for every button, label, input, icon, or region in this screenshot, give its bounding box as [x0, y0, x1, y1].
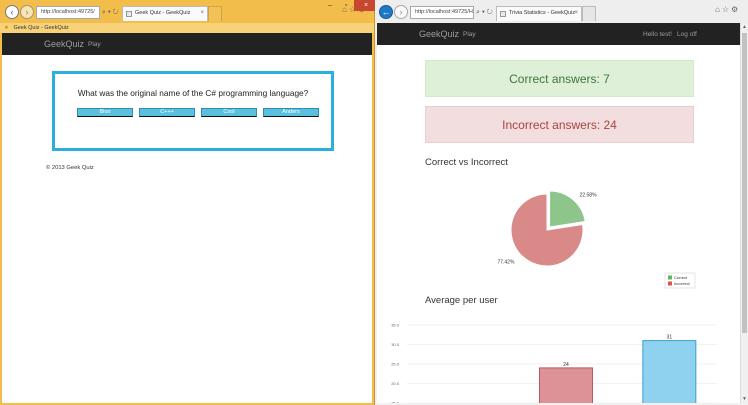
favicon-icon [126, 11, 132, 17]
bar-y-tick-label: 25.0 [391, 362, 400, 367]
favorites-bar: ★ Geek Quiz - GeekQuiz [0, 23, 374, 33]
bar-chart-heading: Average per user [425, 295, 498, 306]
answer-options: Bloo C+++ Cool Anders [77, 108, 319, 117]
back-icon[interactable]: ‹ [5, 5, 19, 19]
quiz-question: What was the original name of the C# pro… [77, 88, 309, 98]
navbar: GeekQuiz Play Hello test! Log off [377, 23, 740, 45]
scroll-up-icon[interactable]: ▲ [741, 23, 748, 31]
scroll-down-icon[interactable]: ▼ [741, 395, 748, 403]
bar-y-tick-label: 35.0 [391, 323, 400, 328]
browser-window-right: ← › http://localhost:49725/Hom ⌕ ▾ ↻ Tri… [375, 0, 748, 405]
answer-option-button[interactable]: Bloo [77, 108, 133, 117]
tab-title: Geek Quiz - GeekQuiz [135, 10, 191, 16]
bar-y-tick-label: 20.0 [391, 381, 400, 386]
logoff-link[interactable]: Log off [677, 31, 697, 38]
nav-play-link[interactable]: Play [463, 31, 476, 38]
minimize-icon[interactable]: – [322, 0, 338, 11]
forward-icon[interactable]: › [394, 5, 408, 19]
pie-data-label: 77.42% [497, 259, 515, 265]
maximize-icon[interactable]: ▫ [338, 0, 354, 11]
incorrect-answers-alert: Incorrect answers: 24 [425, 106, 694, 143]
window-controls: – ▫ × [322, 0, 378, 11]
desktop: ‹ › http://localhost:49725/ ⌕ ▾ ↻ Geek Q… [0, 0, 748, 405]
close-tab-icon[interactable]: × [200, 7, 204, 20]
vertical-scrollbar[interactable]: ▲ ▼ [740, 23, 748, 403]
page-content: GeekQuiz Play Hello test! Log off Correc… [377, 23, 740, 403]
browser-window-left: ‹ › http://localhost:49725/ ⌕ ▾ ↻ Geek Q… [0, 0, 378, 405]
greeting-link[interactable]: Hello test! [643, 31, 672, 38]
navbar: GeekQuiz Play [2, 33, 372, 55]
pie-data-label: 22.58% [580, 193, 598, 199]
pie-chart-heading: Correct vs Incorrect [425, 157, 508, 168]
favorites-star-icon[interactable]: ★ [4, 25, 9, 31]
favorites-item[interactable]: Geek Quiz - GeekQuiz [13, 25, 68, 31]
address-bar[interactable]: http://localhost:49725/ [36, 6, 100, 19]
tab-trivia-statistics[interactable]: Trivia Statistics - GeekQuiz × [496, 6, 582, 21]
legend-label-incorrect: Incorrect [674, 281, 690, 286]
correct-answers-alert: Correct answers: 7 [425, 60, 694, 97]
pie-chart: 22.58% 77.42% CorrectIncorrect [497, 190, 696, 289]
legend-label-correct: Correct [674, 275, 688, 280]
legend-swatch-incorrect [668, 281, 672, 286]
bar-data-label: 24 [563, 362, 569, 368]
browser-chrome: ← › http://localhost:49725/Hom ⌕ ▾ ↻ Tri… [375, 0, 748, 23]
bar-y-tick-label: 15.0 [391, 401, 400, 404]
scrollbar-thumb[interactable] [742, 33, 747, 333]
home-star-gear-icons[interactable]: ⌂☆⚙ [715, 5, 740, 14]
search-refresh-icons[interactable]: ⌕ ▾ ↻ [476, 6, 493, 19]
legend-swatch-correct [668, 275, 672, 280]
browser-chrome: ‹ › http://localhost:49725/ ⌕ ▾ ↻ Geek Q… [0, 0, 378, 23]
close-tab-icon[interactable]: × [574, 7, 578, 20]
tab-title: Trivia Statistics - GeekQuiz [509, 10, 576, 16]
forward-icon[interactable]: › [20, 5, 34, 19]
bar-y-tick-label: 30.0 [391, 342, 400, 347]
favicon-icon [500, 11, 506, 17]
address-bar[interactable]: http://localhost:49725/Hom [410, 6, 474, 19]
bar-chart: 35.0 30.0 25.0 20.0 15.0 24 31 [391, 323, 717, 404]
tab-geek-quiz[interactable]: Geek Quiz - GeekQuiz × [122, 6, 208, 21]
brand-link[interactable]: GeekQuiz [419, 29, 459, 39]
brand-link[interactable]: GeekQuiz [44, 39, 84, 49]
bar-data-label: 31 [667, 335, 673, 341]
back-icon[interactable]: ← [379, 5, 393, 19]
nav-play-link[interactable]: Play [88, 41, 101, 48]
answer-option-button[interactable]: Cool [201, 108, 257, 117]
quiz-card: What was the original name of the C# pro… [52, 71, 334, 151]
page-footer: © 2013 Geek Quiz [46, 165, 94, 171]
page-content: GeekQuiz Play What was the original name… [2, 33, 372, 403]
new-tab-button[interactable] [208, 6, 222, 21]
bar[interactable] [539, 367, 593, 403]
answer-option-button[interactable]: Anders [263, 108, 319, 117]
answer-option-button[interactable]: C+++ [139, 108, 195, 117]
new-tab-button[interactable] [582, 6, 596, 21]
search-refresh-icons[interactable]: ⌕ ▾ ↻ [102, 6, 119, 19]
bar[interactable] [642, 340, 697, 403]
